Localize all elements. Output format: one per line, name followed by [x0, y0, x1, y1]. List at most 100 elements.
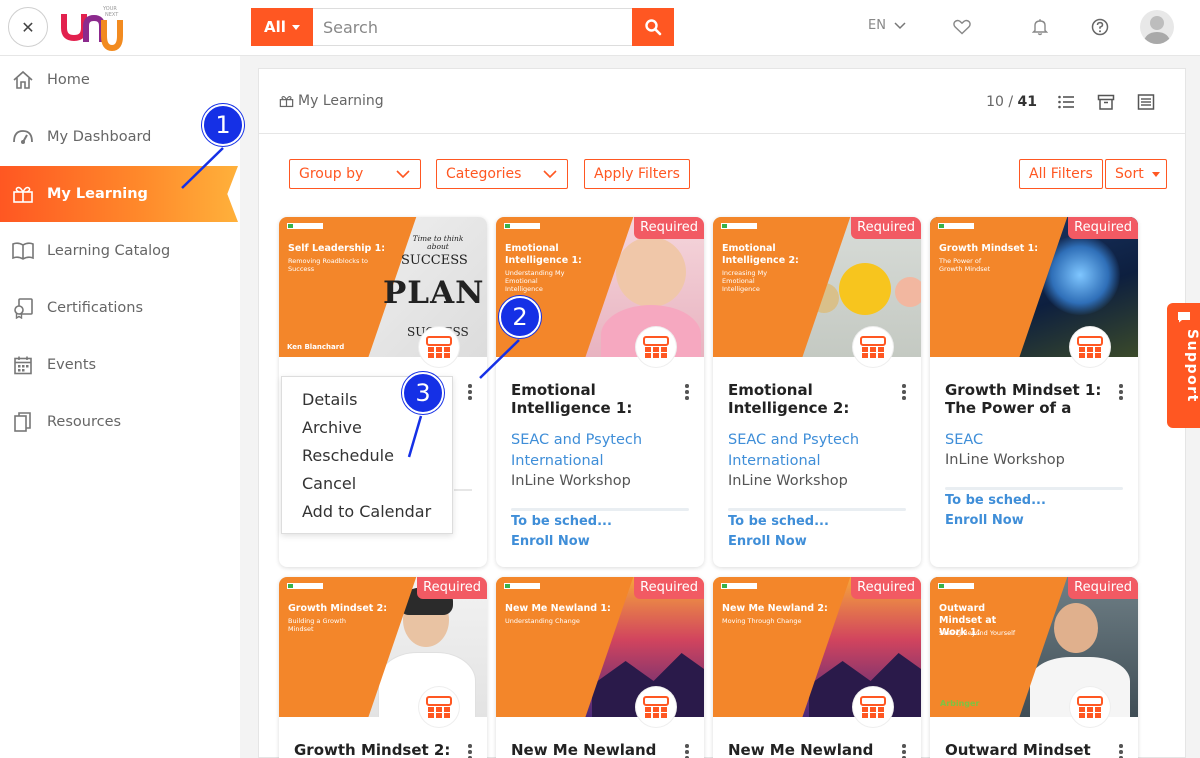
more-options-icon[interactable]	[685, 384, 689, 400]
required-badge: Required	[634, 577, 704, 599]
resources-icon	[11, 410, 35, 434]
group-by-dropdown[interactable]: Group by	[289, 159, 421, 189]
classroom-badge	[419, 687, 459, 727]
classroom-icon	[643, 336, 669, 358]
sidebar-item-resources[interactable]: Resources	[0, 394, 238, 450]
close-icon: ✕	[21, 17, 35, 37]
classroom-badge	[853, 687, 893, 727]
more-options-icon[interactable]	[902, 744, 906, 758]
pagination-count: 10 / 41	[986, 94, 1037, 110]
table-view-icon	[1137, 94, 1155, 110]
chevron-down-icon	[894, 21, 906, 29]
certificate-icon	[11, 296, 35, 320]
schedule-progress	[728, 508, 906, 511]
course-format: InLine Workshop	[945, 452, 1065, 468]
sort-dropdown[interactable]: Sort	[1105, 159, 1167, 189]
search-scope-dropdown[interactable]: All	[251, 8, 313, 46]
search-button[interactable]	[632, 8, 674, 46]
classroom-tag	[938, 583, 974, 589]
course-title[interactable]: Growth Mindset 1: The Power of a	[945, 381, 1105, 417]
enroll-now-link[interactable]: Enroll Now	[511, 534, 590, 549]
course-card[interactable]: New Me Newland 2: Moving Through Change …	[713, 577, 921, 758]
menu-item-add-to-calendar[interactable]: Add to Calendar	[282, 497, 452, 525]
calendar-icon	[11, 353, 35, 377]
course-provider[interactable]: SEAC and Psytech International	[511, 430, 691, 472]
help-button[interactable]	[1089, 16, 1111, 38]
course-title[interactable]: New Me Newland 1:	[511, 741, 671, 758]
chat-icon	[1178, 312, 1190, 323]
archive-view-button[interactable]	[1097, 93, 1115, 111]
more-options-icon[interactable]	[685, 744, 689, 758]
menu-item-archive[interactable]: Archive	[282, 413, 452, 441]
chevron-down-icon	[396, 170, 410, 179]
course-provider[interactable]: SEAC and Psytech International	[728, 430, 908, 472]
menu-item-cancel[interactable]: Cancel	[282, 469, 452, 497]
close-button[interactable]: ✕	[8, 7, 48, 47]
annotation-marker-3: 3	[402, 372, 444, 414]
more-options-icon[interactable]	[468, 384, 472, 400]
course-card[interactable]: Growth Mindset 1: The Power of Growth Mi…	[930, 217, 1138, 567]
favorites-button[interactable]	[951, 16, 973, 38]
course-title[interactable]: Emotional Intelligence 1:	[511, 381, 671, 417]
course-card[interactable]: New Me Newland 1: Understanding Change R…	[496, 577, 704, 758]
course-provider[interactable]: SEAC	[945, 430, 1125, 451]
classroom-tag	[504, 583, 540, 589]
more-options-icon[interactable]	[468, 744, 472, 758]
course-title[interactable]: New Me Newland 2:	[728, 741, 888, 758]
course-title[interactable]: Outward Mindset at	[945, 741, 1105, 758]
support-tab[interactable]: Support	[1167, 303, 1200, 428]
bell-icon	[1032, 19, 1048, 36]
classroom-icon	[426, 696, 452, 718]
learning-icon	[279, 96, 294, 108]
sidebar-item-my-learning[interactable]: My Learning	[0, 166, 238, 222]
course-card[interactable]: Outward Mindset at Work 1: Seeing Beyond…	[930, 577, 1138, 758]
more-options-icon[interactable]	[902, 384, 906, 400]
dashboard-icon	[11, 125, 35, 149]
course-card[interactable]: Emotional Intelligence 1: Understanding …	[496, 217, 704, 567]
sidebar: Home My Dashboard My Learning Learning C…	[0, 56, 240, 758]
sidebar-item-learning-catalog[interactable]: Learning Catalog	[0, 223, 238, 279]
enroll-now-link[interactable]: Enroll Now	[945, 513, 1024, 528]
apply-filters-button[interactable]: Apply Filters	[584, 159, 690, 189]
classroom-badge	[1070, 687, 1110, 727]
detail-view-button[interactable]	[1137, 93, 1155, 111]
book-icon	[11, 239, 35, 263]
classroom-icon	[426, 336, 452, 358]
categories-dropdown[interactable]: Categories	[436, 159, 568, 189]
search-icon	[645, 19, 662, 36]
user-avatar[interactable]	[1140, 10, 1174, 44]
course-card[interactable]: Growth Mindset 2: Building a Growth Mind…	[279, 577, 487, 758]
classroom-badge	[636, 327, 676, 367]
classroom-tag	[721, 223, 757, 229]
required-badge: Required	[1068, 577, 1138, 599]
classroom-badge	[636, 687, 676, 727]
schedule-status: To be sched...	[511, 514, 612, 529]
sidebar-item-home[interactable]: Home	[0, 52, 238, 108]
sidebar-item-certifications[interactable]: Certifications	[0, 280, 238, 336]
more-options-icon[interactable]	[1119, 744, 1123, 758]
enroll-now-link[interactable]: Enroll Now	[728, 534, 807, 549]
caret-down-icon	[1151, 171, 1160, 177]
course-card[interactable]: Emotional Intelligence 2: Increasing My …	[713, 217, 921, 567]
card-divider	[454, 489, 472, 491]
all-filters-button[interactable]: All Filters	[1019, 159, 1103, 189]
notifications-button[interactable]	[1029, 16, 1051, 38]
more-options-icon[interactable]	[1119, 384, 1123, 400]
app-logo[interactable]: YOUR NEXT	[60, 2, 130, 54]
menu-item-reschedule[interactable]: Reschedule	[282, 441, 452, 469]
annotation-marker-2: 2	[499, 296, 541, 338]
classroom-tag	[287, 583, 323, 589]
required-badge: Required	[417, 577, 487, 599]
search-input[interactable]	[313, 8, 632, 46]
language-selector[interactable]: EN	[868, 18, 906, 33]
classroom-tag	[287, 223, 323, 229]
sidebar-item-events[interactable]: Events	[0, 337, 238, 393]
list-view-button[interactable]	[1057, 93, 1075, 111]
classroom-icon	[1077, 336, 1103, 358]
heart-icon	[953, 19, 971, 35]
course-title[interactable]: Growth Mindset 2:	[294, 741, 454, 758]
course-title[interactable]: Emotional Intelligence 2:	[728, 381, 888, 417]
help-icon	[1091, 18, 1109, 36]
logo-icon: YOUR NEXT	[61, 6, 123, 52]
top-bar: ✕ YOUR NEXT All EN	[0, 0, 1200, 56]
